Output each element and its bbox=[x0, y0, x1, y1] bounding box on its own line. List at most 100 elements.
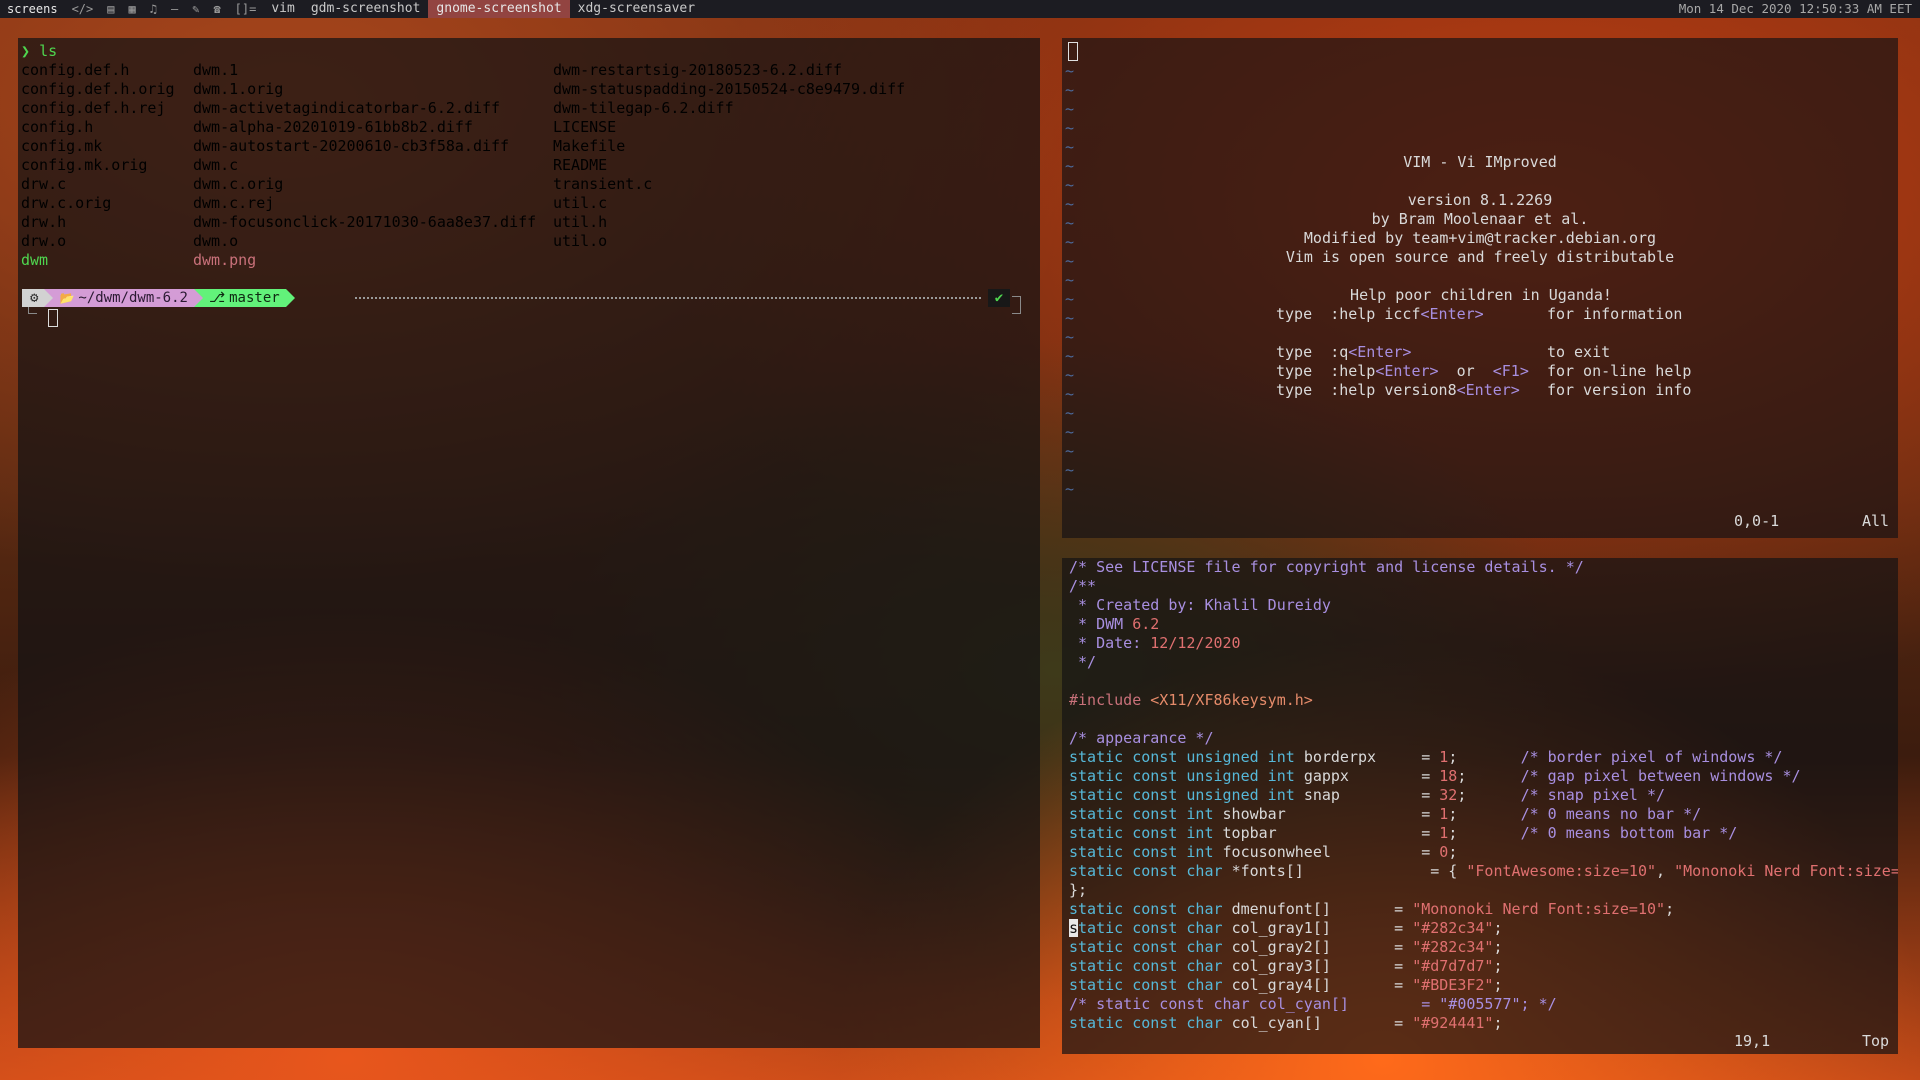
code-name: col_gray2[] bbox=[1231, 938, 1395, 956]
code-value: "#d7d7d7" bbox=[1412, 957, 1494, 975]
ls-file: drw.c.orig bbox=[21, 194, 112, 212]
help-key: <Enter> bbox=[1420, 305, 1484, 323]
vim-window-top[interactable]: ~ ~ ~ ~ ~ ~ ~ ~ ~ ~ ~ ~ ~ ~ ~ ~ ~ ~ ~ ~ ~ ~ ~ VIM - Vi IMprove… bbox=[1062, 38, 1898, 538]
code-eq: = bbox=[1421, 786, 1440, 804]
code-line: static const char dmenufont[] = "Mononok… bbox=[1069, 900, 1898, 919]
code-line: static const unsigned int gappx = 18; /*… bbox=[1069, 767, 1898, 786]
help-pad bbox=[1520, 381, 1547, 399]
code-value: "#282c34" bbox=[1412, 938, 1494, 956]
vim-ruler-position: 0,0-1 bbox=[1734, 512, 1780, 530]
code-value: 18 bbox=[1439, 767, 1458, 785]
code-decl: static const unsigned int bbox=[1069, 767, 1304, 785]
ls-file: dwm.1 bbox=[193, 61, 239, 79]
code-name: showbar bbox=[1222, 805, 1422, 823]
terminal-window[interactable]: ❯ ls config.def.h dwm.1 dwm-restartsig-201… bbox=[18, 38, 1040, 1048]
help-key: <Enter> bbox=[1348, 343, 1412, 361]
ls-row: drw.o dwm.o util.o bbox=[21, 232, 953, 251]
code-pad bbox=[1466, 786, 1520, 804]
checkmark-icon: ✔ bbox=[988, 289, 1010, 307]
tag-item[interactable]: ▦ bbox=[122, 0, 143, 18]
ls-file: config.mk.orig bbox=[21, 156, 148, 174]
ls-file: LICENSE bbox=[553, 118, 617, 136]
code-line: static const char col_gray4[] = "#BDE3F2… bbox=[1069, 976, 1898, 995]
vim-window-bottom[interactable]: /* See LICENSE file for copyright and li… bbox=[1062, 558, 1898, 1054]
ls-output: config.def.h dwm.1 dwm-restartsig-20180523… bbox=[21, 61, 953, 251]
tag-item[interactable]: []= bbox=[228, 0, 264, 18]
help-pad bbox=[1529, 362, 1547, 380]
help-pad bbox=[1484, 305, 1547, 323]
code-eq: = bbox=[1394, 938, 1413, 956]
intro-help-row: type :help<Enter> or <F1> for on-line he… bbox=[1062, 362, 1898, 381]
tag-item[interactable]: </> bbox=[65, 0, 101, 18]
git-branch-icon: ⎇ bbox=[208, 290, 226, 306]
window-title[interactable]: gdm-screenshot bbox=[303, 0, 429, 18]
tag-item[interactable]: screens bbox=[0, 0, 65, 18]
ls-file: drw.h bbox=[21, 213, 67, 231]
code-eq: = bbox=[1394, 976, 1413, 994]
code-semi: ; bbox=[1448, 805, 1458, 823]
code-value: 1 bbox=[1439, 805, 1449, 823]
window-title[interactable]: gnome-screenshot bbox=[428, 0, 570, 18]
code-comment: /* 0 means bottom bar */ bbox=[1520, 824, 1738, 842]
ls-row: config.def.h dwm.1 dwm-restartsig-20180523… bbox=[21, 61, 953, 80]
help-key: <F1> bbox=[1492, 362, 1529, 380]
code-name: col_gray3[] bbox=[1231, 957, 1395, 975]
window-title[interactable]: vim bbox=[263, 0, 302, 18]
intro-version: version 8.1.2269 bbox=[1407, 191, 1553, 209]
code-line: static const int focusonwheel = 0; bbox=[1069, 843, 1898, 862]
code-line: static const unsigned int borderpx = 1; … bbox=[1069, 748, 1898, 767]
vim-ruler-scroll: All bbox=[1862, 512, 1890, 530]
ls-file: dwm.o bbox=[193, 232, 239, 250]
code-buffer[interactable]: /* See LICENSE file for copyright and li… bbox=[1069, 558, 1898, 1033]
tag-item[interactable]: — bbox=[164, 0, 185, 18]
help-description: for on-line help bbox=[1546, 362, 1692, 380]
code-line: * DWM 6.2 bbox=[1069, 615, 1160, 633]
code-decl: static const unsigned int bbox=[1069, 748, 1304, 766]
code-line: */ bbox=[1069, 653, 1097, 671]
prompt-arrow: ❯ bbox=[21, 42, 31, 60]
code-semi: ; bbox=[1493, 938, 1503, 956]
prompt-filler-dots bbox=[355, 297, 981, 299]
code-pad bbox=[1457, 805, 1520, 823]
help-command: :help version8 bbox=[1330, 381, 1457, 399]
code-name: borderpx bbox=[1303, 748, 1422, 766]
ls-file: dwm.c.rej bbox=[193, 194, 275, 212]
code-eq: = bbox=[1394, 900, 1413, 918]
tag-item[interactable]: ♫ bbox=[143, 0, 164, 18]
prompt-right-bracket bbox=[1012, 296, 1021, 314]
ls-row-last: dwm dwm.png bbox=[21, 251, 953, 270]
gear-icon: ⚙ bbox=[22, 289, 45, 307]
ls-file-image: dwm.png bbox=[193, 251, 257, 269]
help-key: <Enter> bbox=[1456, 381, 1520, 399]
ls-file: config.def.h.rej bbox=[21, 99, 166, 117]
help-description: for version info bbox=[1546, 381, 1692, 399]
code-line: static const char *fonts[] = { "FontAwes… bbox=[1069, 862, 1898, 880]
code-line: }; bbox=[1069, 881, 1088, 899]
code-eq: = bbox=[1421, 824, 1440, 842]
tag-item[interactable]: ✎ bbox=[185, 0, 206, 18]
code-line: /* See LICENSE file for copyright and li… bbox=[1069, 558, 1584, 576]
code-decl: static const int bbox=[1069, 805, 1223, 823]
tag-item[interactable]: ▤ bbox=[100, 0, 121, 18]
powerline-prompt: ⚙ 📂 ~/dwm/dwm-6.2 ⎇ master bbox=[22, 289, 295, 307]
ls-file: dwm-alpha-20201019-61bb8b2.diff bbox=[193, 118, 473, 136]
tag-item[interactable]: ☎ bbox=[206, 0, 227, 18]
intro-author: by Bram Moolenaar et al. bbox=[1371, 210, 1589, 228]
command-text: ls bbox=[39, 42, 58, 60]
vim-ruler-position: 19,1 bbox=[1734, 1032, 1771, 1050]
code-semi: ; bbox=[1493, 976, 1503, 994]
window-title[interactable]: xdg-screensaver bbox=[570, 0, 703, 18]
code-name: focusonwheel bbox=[1222, 843, 1422, 861]
code-semi: ; bbox=[1665, 900, 1675, 918]
ls-file: config.def.h bbox=[21, 61, 130, 79]
command-line: ❯ ls bbox=[21, 42, 953, 61]
tag-list: screens </> ▤ ▦ ♫ — ✎ ☎ []= bbox=[0, 0, 263, 18]
ls-row: drw.c.orig dwm.c.rej util.c bbox=[21, 194, 953, 213]
code-semi: ; bbox=[1493, 957, 1503, 975]
code-name: topbar bbox=[1222, 824, 1422, 842]
ls-row: drw.c dwm.c.orig transient.c bbox=[21, 175, 953, 194]
code-line: * Date: 12/12/2020 bbox=[1069, 634, 1241, 652]
code-comment: /* border pixel of windows */ bbox=[1520, 748, 1783, 766]
ls-file-executable: dwm bbox=[21, 251, 49, 269]
